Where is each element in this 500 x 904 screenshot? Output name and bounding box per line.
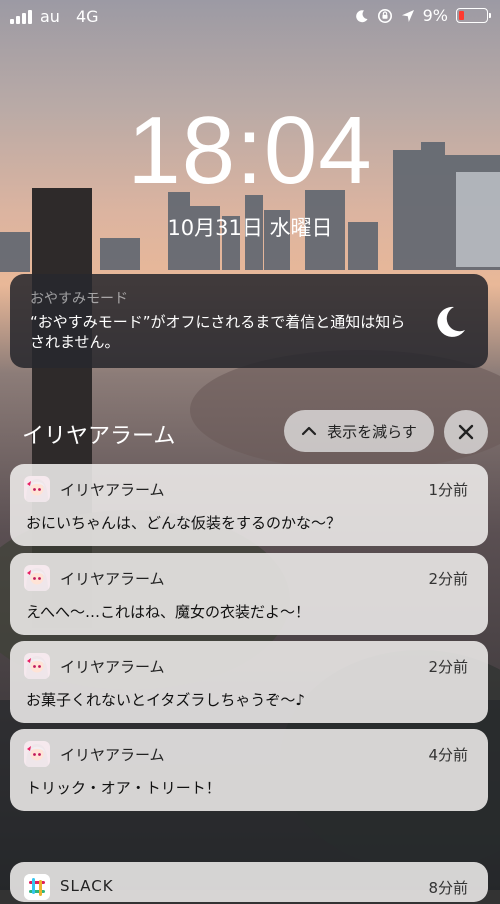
notification-time: 8分前 (428, 879, 468, 897)
notification-card[interactable]: イリヤアラーム 2分前 えへへ～…これはね、魔女の衣装だよ～！ (10, 553, 488, 635)
notification-body: えへへ～…これはね、魔女の衣装だよ～！ (26, 603, 310, 621)
close-icon (458, 424, 474, 440)
notification-card[interactable]: イリヤアラーム 1分前 おにいちゃんは、どんな仮装をするのかな～？ (10, 464, 488, 546)
app-icon-illya (24, 476, 50, 502)
orientation-lock-icon (377, 8, 392, 23)
do-not-disturb-banner[interactable]: おやすみモード “おやすみモード”がオフにされるまで着信と通知は知らされません。 (10, 274, 488, 368)
notification-card[interactable]: イリヤアラーム 4分前 トリック・オア・トリート！ (10, 729, 488, 811)
notification-time: 2分前 (428, 570, 468, 588)
notification-app-name: イリヤアラーム (60, 746, 165, 764)
app-icon-illya (24, 653, 50, 679)
carrier-label: au (40, 7, 60, 26)
slack-app-icon (24, 874, 50, 900)
status-bar: au 4G 9% (0, 0, 500, 34)
notification-card[interactable]: イリヤアラーム 2分前 お菓子くれないとイタズラしちゃうぞ～♪ (10, 641, 488, 723)
notification-card-slack[interactable]: SLACK 8分前 (10, 862, 488, 902)
lock-screen-time: 18:04 (127, 97, 373, 204)
notification-app-name: イリヤアラーム (60, 570, 165, 588)
notification-app-name: SLACK (60, 877, 114, 895)
notification-time: 2分前 (428, 658, 468, 676)
notification-time: 1分前 (428, 481, 468, 499)
location-arrow-icon (401, 9, 414, 22)
dnd-title: おやすみモード (30, 291, 128, 307)
battery-percent: 9% (422, 6, 448, 25)
notification-time: 4分前 (428, 746, 468, 764)
dnd-message: “おやすみモード”がオフにされるまで着信と通知は知らされません。 (30, 313, 406, 351)
app-icon-illya (24, 565, 50, 591)
show-less-button[interactable]: 表示を減らす (284, 410, 434, 452)
notification-group-title: イリヤアラーム (22, 424, 176, 449)
lock-screen-date: 10月31日 水曜日 (167, 216, 333, 240)
moon-icon (437, 306, 465, 337)
show-less-label: 表示を減らす (327, 422, 417, 441)
notification-body: お菓子くれないとイタズラしちゃうぞ～♪ (26, 691, 305, 709)
app-icon-illya (24, 741, 50, 767)
notification-body: トリック・オア・トリート！ (26, 779, 221, 797)
notification-app-name: イリヤアラーム (60, 658, 165, 676)
battery-icon (456, 8, 491, 23)
battery-level-fill (459, 11, 464, 20)
notification-app-name: イリヤアラーム (60, 481, 165, 499)
clear-group-button[interactable] (444, 410, 488, 454)
signal-strength-icon (10, 9, 32, 24)
network-label: 4G (75, 7, 99, 26)
notification-body: おにいちゃんは、どんな仮装をするのかな～？ (26, 514, 342, 532)
moon-status-icon (355, 9, 368, 22)
chevron-up-icon (302, 426, 317, 436)
